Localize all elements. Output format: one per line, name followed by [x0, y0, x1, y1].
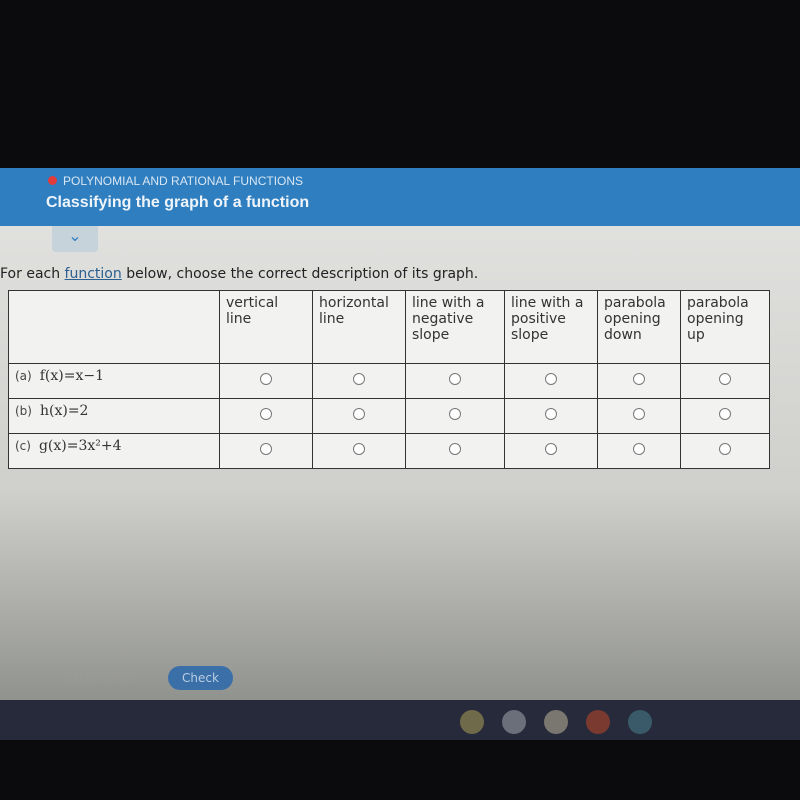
- chrome-icon[interactable]: [460, 710, 484, 734]
- header-row: vertical line horizontal line line with …: [8, 290, 770, 364]
- radio-button[interactable]: [260, 373, 272, 385]
- radio-cell[interactable]: [504, 398, 598, 434]
- radio-button[interactable]: [719, 408, 731, 420]
- function-text: h(x)=2: [39, 403, 89, 419]
- col-header: line with a negative slope: [405, 290, 505, 364]
- col-header: line with a positive slope: [504, 290, 598, 364]
- row-letter: (b): [15, 404, 32, 418]
- instruction-text-end: below, choose the correct description of…: [121, 266, 479, 282]
- table-row: (a) f(x)=x−1: [8, 363, 770, 399]
- row-label: (c) g(x)=3x²+4: [8, 433, 220, 469]
- radio-cell[interactable]: [405, 398, 505, 434]
- radio-cell[interactable]: [219, 363, 313, 399]
- footer: Explanation Check: [64, 666, 233, 690]
- explanation-button[interactable]: Explanation: [64, 671, 135, 685]
- radio-button[interactable]: [353, 443, 365, 455]
- radio-button[interactable]: [633, 373, 645, 385]
- col-header: parabola opening down: [597, 290, 681, 364]
- radio-cell[interactable]: [405, 433, 505, 469]
- radio-cell[interactable]: [504, 433, 598, 469]
- radio-button[interactable]: [719, 373, 731, 385]
- col-header: horizontal line: [312, 290, 406, 364]
- radio-button[interactable]: [260, 443, 272, 455]
- screen: POLYNOMIAL AND RATIONAL FUNCTIONS Classi…: [0, 168, 800, 708]
- radio-cell[interactable]: [597, 433, 681, 469]
- radio-cell[interactable]: [312, 433, 406, 469]
- radio-button[interactable]: [449, 373, 461, 385]
- radio-button[interactable]: [545, 373, 557, 385]
- col-header: parabola opening up: [680, 290, 770, 364]
- youtube-icon[interactable]: [586, 710, 610, 734]
- radio-button[interactable]: [545, 443, 557, 455]
- radio-cell[interactable]: [680, 363, 770, 399]
- app-icon[interactable]: [502, 710, 526, 734]
- radio-button[interactable]: [449, 443, 461, 455]
- row-label: (a) f(x)=x−1: [8, 363, 220, 399]
- radio-button[interactable]: [260, 408, 272, 420]
- topic-label: POLYNOMIAL AND RATIONAL FUNCTIONS: [48, 174, 303, 188]
- radio-button[interactable]: [353, 408, 365, 420]
- gmail-icon[interactable]: [544, 710, 568, 734]
- function-text: g(x)=3x²+4: [38, 438, 122, 454]
- topic-text: POLYNOMIAL AND RATIONAL FUNCTIONS: [63, 174, 304, 188]
- radio-cell[interactable]: [219, 433, 313, 469]
- radio-button[interactable]: [719, 443, 731, 455]
- row-label: (b) h(x)=2: [8, 398, 220, 434]
- instruction: For each function below, choose the corr…: [0, 266, 478, 282]
- instruction-text: For each: [0, 266, 65, 282]
- radio-cell[interactable]: [312, 398, 406, 434]
- row-letter: (a): [15, 369, 32, 383]
- chevron-down-icon[interactable]: ⌄: [52, 226, 98, 252]
- radio-cell[interactable]: [680, 433, 770, 469]
- radio-cell[interactable]: [504, 363, 598, 399]
- radio-cell[interactable]: [312, 363, 406, 399]
- header: POLYNOMIAL AND RATIONAL FUNCTIONS Classi…: [0, 168, 800, 226]
- radio-cell[interactable]: [680, 398, 770, 434]
- taskbar: [0, 700, 800, 740]
- files-icon[interactable]: [628, 710, 652, 734]
- table-row: (c) g(x)=3x²+4: [8, 433, 770, 469]
- radio-cell[interactable]: [219, 398, 313, 434]
- col-header: vertical line: [219, 290, 313, 364]
- answer-table: vertical line horizontal line line with …: [8, 290, 770, 469]
- radio-button[interactable]: [353, 373, 365, 385]
- row-letter: (c): [15, 439, 31, 453]
- corner-cell: [8, 290, 220, 364]
- radio-cell[interactable]: [597, 398, 681, 434]
- radio-cell[interactable]: [405, 363, 505, 399]
- check-button[interactable]: Check: [168, 666, 233, 690]
- dock: [460, 710, 652, 734]
- function-link[interactable]: function: [65, 266, 122, 282]
- radio-cell[interactable]: [597, 363, 681, 399]
- page-title: Classifying the graph of a function: [46, 194, 310, 211]
- status-dot-icon: [48, 176, 57, 185]
- table-row: (b) h(x)=2: [8, 398, 770, 434]
- radio-button[interactable]: [633, 408, 645, 420]
- radio-button[interactable]: [449, 408, 461, 420]
- function-text: f(x)=x−1: [39, 368, 104, 384]
- radio-button[interactable]: [545, 408, 557, 420]
- radio-button[interactable]: [633, 443, 645, 455]
